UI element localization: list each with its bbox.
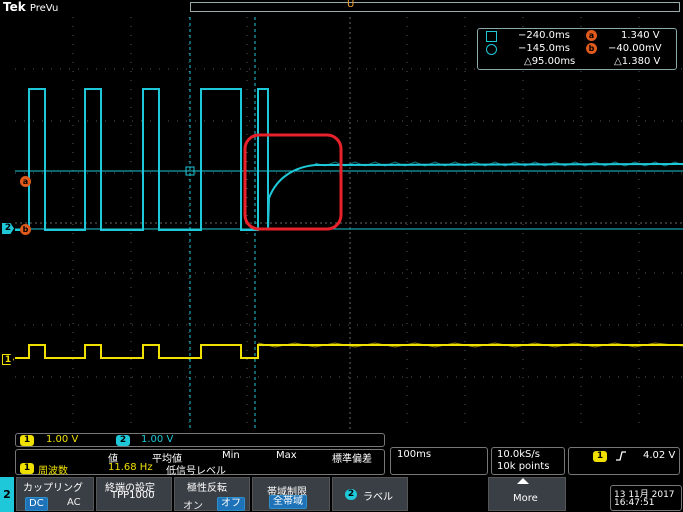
record-length: 10k points: [497, 461, 550, 472]
datetime-box[interactable]: 13 11月 2017 16:47:51: [610, 485, 682, 511]
acquisition-box[interactable]: 10.0kS/s 10k points: [491, 447, 565, 475]
ch1-scale-value: 1.00 V: [46, 434, 79, 445]
label-button-text: ラベル: [363, 492, 393, 503]
cursor-readout-panel[interactable]: −240.0ms a 1.340 V −145.0ms b −40.00mV △…: [477, 28, 677, 70]
invert-option-on[interactable]: オン: [183, 497, 203, 512]
label-menu-button[interactable]: 2 ラベル: [332, 477, 408, 511]
cursor-a-readout-badge: a: [586, 30, 597, 41]
trigger-channel-badge: 1: [593, 451, 607, 462]
cursor-2-time: −145.0ms: [518, 43, 570, 54]
ch2-scale-badge: 2: [116, 435, 130, 446]
time-display: 16:47:51: [614, 498, 655, 508]
timebase-scale: 100ms: [397, 449, 432, 460]
meas-value: 11.68 Hz: [108, 462, 153, 473]
channel-scale-bar[interactable]: 1 1.00 V 2 1.00 V: [15, 433, 385, 447]
ch2-ground-marker[interactable]: 2: [2, 223, 14, 234]
record-view-bar[interactable]: [190, 2, 680, 12]
cursor-a-value: 1.340 V: [621, 30, 660, 41]
ch1-waveform: [15, 344, 683, 359]
rising-edge-icon: [616, 451, 626, 461]
ch1-scale-badge: 1: [20, 435, 34, 446]
more-menu-button[interactable]: More: [488, 477, 566, 511]
bandwidth-menu-button[interactable]: 帯域制限 全帯域: [252, 477, 330, 511]
trigger-level: 4.02 V: [643, 450, 676, 461]
highlight-annotation-box: [243, 133, 343, 231]
meas-type-label: 周波数: [38, 466, 68, 477]
coupling-label: カップリング: [23, 483, 83, 494]
ch2-scale-value: 1.00 V: [141, 434, 174, 445]
invert-option-off[interactable]: オフ: [217, 497, 245, 511]
timebase-box[interactable]: 100ms: [390, 447, 488, 475]
trigger-box[interactable]: 1 4.02 V: [568, 447, 680, 475]
measurement-panel[interactable]: 値 平均値 Min Max 標準偏差 1 周波数 11.68 Hz 低信号レベル: [15, 449, 385, 477]
more-label: More: [513, 493, 538, 504]
cursor-b-marker[interactable]: b: [20, 217, 31, 236]
bandwidth-value: 全帯域: [269, 495, 307, 509]
more-up-arrow-icon: [517, 478, 529, 484]
cursor-a-marker[interactable]: a: [20, 169, 31, 188]
coupling-option-ac[interactable]: AC: [67, 497, 81, 508]
cursor-b-badge: b: [20, 224, 31, 235]
ch2-waveform: [15, 88, 683, 231]
termination-menu-button[interactable]: 終端の設定 TPP1000: [96, 477, 172, 511]
cursor-delta-value: △1.380 V: [614, 56, 661, 67]
meas-header-min: Min: [222, 450, 240, 461]
brand-label: Tek PreVu: [3, 0, 58, 14]
meas-channel-badge: 1: [20, 463, 34, 474]
ch1-ground-marker[interactable]: 1: [2, 354, 14, 365]
cursor-delta-time: △95.00ms: [524, 56, 576, 67]
circle-cursor-icon: [486, 44, 497, 55]
cursor-1-time: −240.0ms: [518, 30, 570, 41]
label-channel-badge: 2: [345, 489, 357, 500]
sample-rate: 10.0kS/s: [497, 449, 540, 460]
invert-label: 極性反転: [187, 483, 227, 494]
square-cursor-icon: [486, 31, 497, 42]
termination-value: TPP1000: [111, 490, 155, 501]
brand-maker: Tek: [3, 0, 26, 14]
waveform-graticule[interactable]: [15, 17, 683, 430]
trigger-position-marker[interactable]: U: [347, 0, 355, 14]
menu-channel-tab[interactable]: 2: [0, 477, 14, 512]
cursor-a-badge: a: [20, 176, 31, 187]
meas-note: 低信号レベル: [166, 466, 226, 477]
meas-header-max: Max: [276, 450, 297, 461]
cursor-b-readout-badge: b: [586, 43, 597, 54]
meas-header-stddev: 標準偏差: [332, 454, 372, 465]
invert-menu-button[interactable]: 極性反転 オン オフ: [174, 477, 250, 512]
coupling-option-dc[interactable]: DC: [25, 497, 48, 511]
brand-mode: PreVu: [29, 3, 59, 14]
coupling-menu-button[interactable]: カップリング DC AC: [16, 477, 94, 511]
cursor-b-value: −40.00mV: [608, 43, 662, 54]
